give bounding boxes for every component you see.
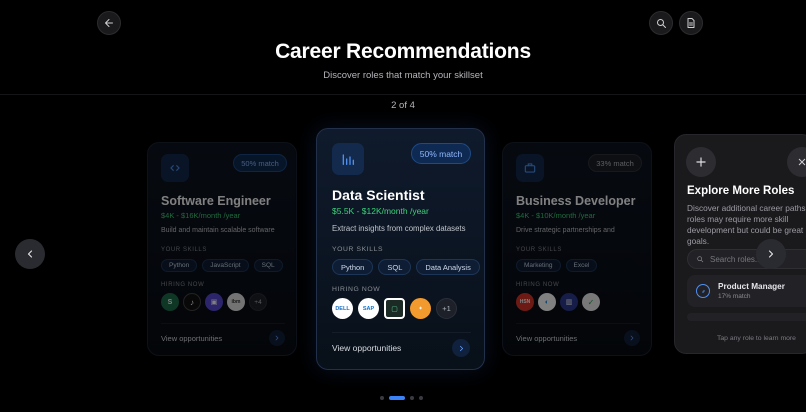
card-business-developer[interactable]: 33% match Business Developer $4K - $10K/…: [502, 142, 652, 356]
skill-chip: JavaScript: [202, 259, 249, 272]
company-logo: ibm: [227, 293, 245, 311]
skill-chip: Marketing: [516, 259, 561, 272]
briefcase-icon: [516, 154, 544, 182]
pagination-dot[interactable]: [410, 396, 414, 400]
carousel-next-button[interactable]: [756, 239, 786, 269]
skill-chip: SQL: [378, 259, 412, 275]
slide-counter: 2 of 4: [391, 100, 415, 111]
skills-list: Marketing Excel: [516, 259, 598, 272]
chevron-right-icon: [630, 335, 634, 341]
skills-list: Python JavaScript SQL: [161, 259, 283, 272]
arrow-left-icon: [105, 19, 113, 27]
bar-chart-icon: [332, 143, 364, 175]
match-badge: 33% match: [588, 154, 642, 172]
skills-list: Python SQL Data Analysis: [332, 259, 480, 275]
code-icon: [161, 154, 189, 182]
company-logo: ✦: [410, 298, 431, 319]
carousel-prev-button[interactable]: [15, 239, 45, 269]
card-divider: [332, 332, 471, 333]
view-opportunities-link[interactable]: View opportunities: [332, 343, 401, 353]
chevron-right-icon: [459, 345, 463, 351]
view-opportunities-link[interactable]: View opportunities: [516, 334, 577, 343]
company-logo: ▥: [560, 293, 578, 311]
hiring-label: HIRING NOW: [516, 282, 560, 288]
chevron-right-icon: [768, 250, 774, 258]
role-search-input[interactable]: Search roles...: [687, 249, 806, 269]
role-name: Data Scientist: [332, 187, 425, 203]
document-button[interactable]: [679, 11, 703, 35]
pagination-dot[interactable]: [380, 396, 384, 400]
explore-hint: Tap any role to learn more: [717, 335, 796, 342]
pagination-dot-active[interactable]: [389, 396, 405, 400]
card-data-scientist[interactable]: 50% match Data Scientist $5.5K - $12K/mo…: [316, 128, 485, 370]
close-icon[interactable]: [787, 147, 806, 177]
view-opportunities-link[interactable]: View opportunities: [161, 334, 222, 343]
list-item-match: 17% match: [718, 293, 751, 300]
sap-logo: SAP: [358, 298, 379, 319]
salary-range: $5.5K - $12K/month /year: [332, 206, 429, 216]
search-button[interactable]: [649, 11, 673, 35]
role-name: Software Engineer: [161, 194, 271, 208]
skill-chip: Python: [332, 259, 374, 275]
pagination-dot[interactable]: [419, 396, 423, 400]
document-icon: [687, 18, 695, 28]
dell-logo: DELL: [332, 298, 353, 319]
skill-chip: Data Analysis: [416, 259, 480, 275]
header-divider: [0, 94, 806, 95]
role-name: Business Developer: [516, 194, 636, 208]
view-opportunities-button[interactable]: [452, 339, 470, 357]
view-opportunities-button[interactable]: [269, 330, 285, 346]
role-description: Drive strategic partnerships and: [516, 227, 615, 234]
company-logos: HSN ◐ ▥ ✓: [516, 293, 600, 311]
company-logo: ◐: [538, 293, 556, 311]
chevron-right-icon: [275, 335, 279, 341]
company-logo: ▢: [384, 298, 405, 319]
search-icon: [697, 256, 704, 263]
page-subtitle: Discover roles that match your skillset: [323, 70, 483, 81]
hiring-label: HIRING NOW: [161, 282, 205, 288]
view-opportunities-button[interactable]: [624, 330, 640, 346]
skills-label: YOUR SKILLS: [161, 247, 207, 253]
list-item-name: Product Manager: [718, 282, 785, 291]
company-logo: S: [161, 293, 179, 311]
explore-description: Discover additional career paths roles m…: [687, 203, 806, 246]
pagination-dots: [380, 396, 423, 400]
skill-chip: Excel: [565, 259, 598, 272]
card-software-engineer[interactable]: 50% match Software Engineer $4K - $16K/m…: [147, 142, 297, 356]
page-title: Career Recommendations: [275, 40, 531, 63]
salary-range: $4K - $10K/month /year: [516, 211, 596, 220]
skill-chip: SQL: [253, 259, 283, 272]
more-companies-count: +1: [436, 298, 457, 319]
list-item[interactable]: [687, 313, 806, 321]
skills-label: YOUR SKILLS: [332, 246, 384, 253]
more-companies-count: +4: [249, 293, 267, 311]
card-divider: [516, 323, 640, 324]
plus-icon: [686, 147, 716, 177]
company-logos: S ♪ ▣ ibm +4: [161, 293, 267, 311]
skill-chip: Python: [161, 259, 198, 272]
search-placeholder: Search roles...: [710, 254, 762, 264]
match-badge: 50% match: [233, 154, 287, 172]
tiktok-logo: ♪: [183, 293, 201, 311]
hiring-label: HIRING NOW: [332, 286, 381, 293]
search-icon: [657, 19, 666, 28]
card-divider: [161, 323, 285, 324]
card-explore-more-roles[interactable]: Explore More Roles Discover additional c…: [674, 134, 806, 354]
company-logo: ▣: [205, 293, 223, 311]
role-description: Extract insights from complex datasets: [332, 224, 466, 233]
role-description: Build and maintain scalable software: [161, 227, 275, 234]
explore-title: Explore More Roles: [687, 185, 795, 197]
compass-icon: [696, 284, 710, 298]
company-logos: DELL SAP ▢ ✦ +1: [332, 298, 457, 319]
chevron-left-icon: [27, 250, 33, 258]
back-button[interactable]: [97, 11, 121, 35]
list-item-product-manager[interactable]: Product Manager 17% match: [687, 275, 806, 307]
company-logo: HSN: [516, 293, 534, 311]
salary-range: $4K - $16K/month /year: [161, 211, 241, 220]
skills-label: YOUR SKILLS: [516, 247, 562, 253]
company-logo: ✓: [582, 293, 600, 311]
match-badge: 50% match: [411, 143, 471, 164]
